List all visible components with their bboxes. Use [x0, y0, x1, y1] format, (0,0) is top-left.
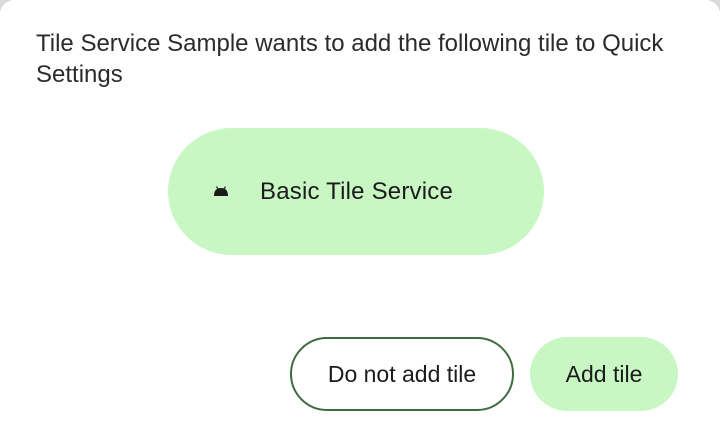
- add-tile-button[interactable]: Add tile: [530, 337, 678, 411]
- add-tile-dialog: Tile Service Sample wants to add the fol…: [0, 0, 720, 436]
- tile-preview: Basic Tile Service: [168, 128, 544, 255]
- android-icon: [212, 183, 230, 201]
- tile-label: Basic Tile Service: [260, 177, 453, 205]
- do-not-add-tile-label: Do not add tile: [327, 360, 477, 387]
- dialog-message: Tile Service Sample wants to add the fol…: [36, 30, 664, 88]
- do-not-add-tile-button[interactable]: Do not add tile: [290, 337, 514, 411]
- add-tile-label: Add tile: [565, 360, 643, 387]
